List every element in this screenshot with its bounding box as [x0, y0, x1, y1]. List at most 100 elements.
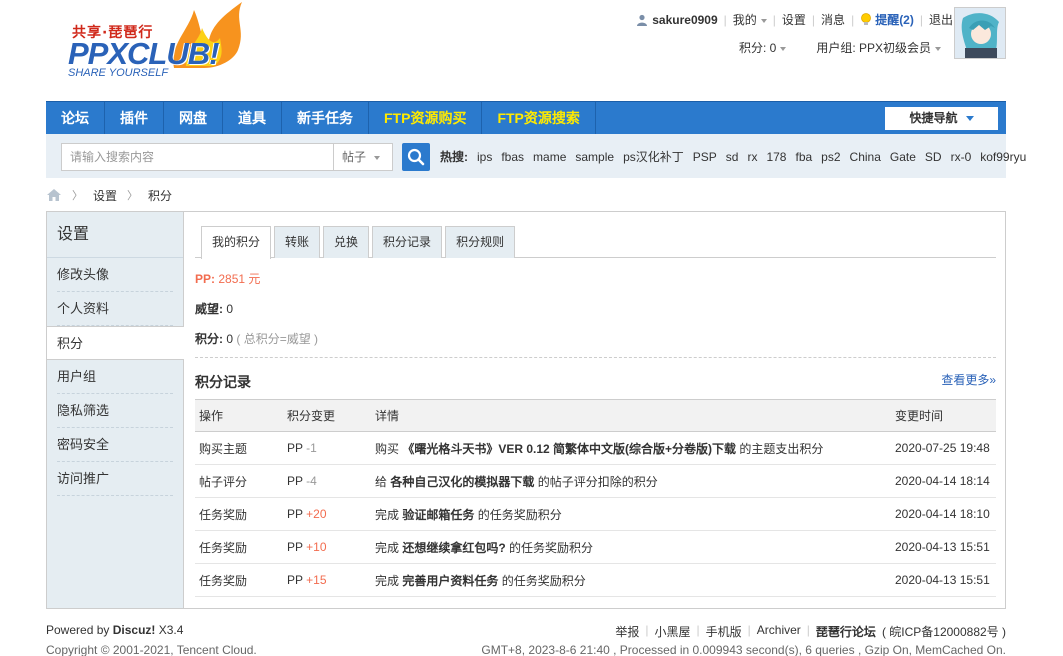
- footer-link-archiver[interactable]: Archiver: [757, 623, 801, 640]
- sidebar-item-profile[interactable]: 个人资料: [57, 292, 173, 326]
- sidebar-item-credits[interactable]: 积分: [47, 326, 184, 360]
- credits-menu[interactable]: 积分: 0: [739, 39, 787, 56]
- change-unit: PP: [287, 441, 303, 455]
- hot-term[interactable]: ps2: [821, 143, 840, 171]
- search-type-select[interactable]: 帖子: [333, 143, 393, 171]
- task-link[interactable]: 完善用户资料任务: [402, 574, 498, 588]
- breadcrumb-settings[interactable]: 设置: [93, 187, 117, 204]
- change-value: +10: [306, 540, 327, 554]
- footer-icp-link[interactable]: ( 皖ICP备12000882号 ): [882, 623, 1006, 640]
- nav-item-forum[interactable]: 论坛: [46, 102, 105, 135]
- hot-term[interactable]: rx: [747, 143, 757, 171]
- cell-detail: 完成 还想继续拿红包吗? 的任务奖励积分: [371, 530, 891, 564]
- task-link[interactable]: 验证邮箱任务: [402, 508, 474, 522]
- pp-label: PP:: [195, 272, 216, 286]
- cell-time: 2020-07-25 19:48: [891, 431, 996, 465]
- cell-change: PP +15: [283, 563, 371, 597]
- credits-main: 我的积分 转账 兑换 积分记录 积分规则 PP: 2851 元 威望: 0 积分…: [195, 212, 996, 608]
- footer-link-blacklist[interactable]: 小黑屋: [655, 623, 691, 640]
- sidebar-item-promotion[interactable]: 访问推广: [57, 462, 173, 496]
- sidebar-item-usergroup[interactable]: 用户组: [57, 360, 173, 394]
- settings-panel: 设置 修改头像 个人资料 积分 用户组 隐私筛选 密码安全 访问推广 我的积分 …: [46, 211, 1006, 609]
- table-row: 任务奖励 PP +20 完成 验证邮箱任务 的任务奖励积分 2020-04-14…: [195, 497, 996, 531]
- home-icon[interactable]: [46, 188, 62, 202]
- cell-change: PP +20: [283, 497, 371, 531]
- hot-term[interactable]: mame: [533, 143, 566, 171]
- detail-prefix: 完成: [375, 507, 400, 522]
- hot-term[interactable]: sample: [575, 143, 614, 171]
- footer-site-link[interactable]: 琵琶行论坛: [816, 625, 876, 639]
- detail-prefix: 完成: [375, 573, 400, 588]
- hot-term[interactable]: SD: [925, 143, 942, 171]
- footer-stats: GMT+8, 2023-8-6 21:40 , Processed in 0.0…: [481, 643, 1006, 656]
- footer-copyright: Copyright © 2001-2021, Tencent Cloud.: [46, 643, 257, 656]
- tab-credit-rules[interactable]: 积分规则: [445, 226, 516, 258]
- total-value: 0: [226, 332, 234, 346]
- search-type-label: 帖子: [342, 150, 367, 164]
- alerts-link[interactable]: 提醒(2): [875, 11, 914, 28]
- nav-item-ftp-buy[interactable]: FTP资源购买: [369, 102, 483, 135]
- nav-item-ftp-search[interactable]: FTP资源搜索: [482, 102, 596, 135]
- cell-operation: 任务奖励: [195, 530, 283, 564]
- change-value: +15: [306, 573, 327, 587]
- sidebar-item-avatar[interactable]: 修改头像: [57, 258, 173, 292]
- total-label: 积分:: [195, 332, 223, 346]
- view-more-link[interactable]: 查看更多»: [941, 371, 996, 388]
- nav-item-netdisk[interactable]: 网盘: [164, 102, 223, 135]
- hot-term[interactable]: fba: [795, 143, 812, 171]
- breadcrumb-credits[interactable]: 积分: [148, 187, 172, 204]
- task-link[interactable]: 还想继续拿红包吗?: [402, 541, 505, 555]
- cell-change: PP +10: [283, 530, 371, 564]
- footer-link-report[interactable]: 举报: [615, 623, 639, 640]
- hot-term[interactable]: ps汉化补丁: [623, 143, 684, 171]
- search-icon: [407, 148, 425, 166]
- hot-term[interactable]: China: [850, 143, 881, 171]
- total-credit-line: 积分: 0 ( 总积分=威望 ): [195, 330, 318, 347]
- hot-term[interactable]: sd: [726, 143, 739, 171]
- site-logo[interactable]: 共享·琵琶行 PPXCLUB! SHARE YOURSELF: [66, 0, 256, 86]
- user-menu: sakure0909 | 我的 | 设置 | 消息 | 提醒(2) | 退出: [636, 11, 953, 28]
- sidebar-item-privacy[interactable]: 隐私筛选: [57, 394, 173, 428]
- detail-prefix: 购买: [375, 441, 400, 456]
- nav-item-plugins[interactable]: 插件: [105, 102, 164, 135]
- hot-term[interactable]: 178: [766, 143, 786, 171]
- quick-nav-button[interactable]: 快捷导航: [885, 107, 998, 130]
- breadcrumb-separator: 〉: [72, 190, 83, 202]
- search-bar: 请输入搜索内容 帖子 热搜: ips fbas mame sample ps汉化…: [46, 134, 1026, 178]
- my-menu-link[interactable]: 我的: [733, 11, 767, 28]
- cell-time: 2020-04-14 18:10: [891, 497, 996, 531]
- detail-suffix: 的任务奖励积分: [477, 507, 562, 522]
- messages-link[interactable]: 消息: [821, 11, 845, 28]
- thread-link[interactable]: 《曙光格斗天书》VER 0.12 简繁体中文版(综合版+分卷版)下载: [402, 442, 736, 456]
- hot-term[interactable]: fbas: [501, 143, 524, 171]
- hot-term[interactable]: rx-0: [951, 143, 972, 171]
- logout-link[interactable]: 退出: [929, 11, 953, 28]
- tab-transfer[interactable]: 转账: [274, 226, 321, 258]
- username-link[interactable]: sakure0909: [652, 13, 717, 27]
- search-button[interactable]: [402, 143, 430, 171]
- logo-slogan: SHARE YOURSELF: [68, 67, 169, 79]
- table-row: 帖子评分 PP -4 给 各种自己汉化的模拟器下载 的帖子评分扣除的积分 202…: [195, 464, 996, 498]
- detail-suffix: 的主题支出积分: [739, 441, 824, 456]
- hot-term[interactable]: Gate: [890, 143, 916, 171]
- pp-value: 2851 元: [218, 272, 261, 286]
- hot-term[interactable]: ips: [477, 143, 492, 171]
- tab-exchange[interactable]: 兑换: [323, 226, 370, 258]
- search-input[interactable]: 请输入搜索内容: [61, 143, 336, 171]
- cell-time: 2020-04-14 18:14: [891, 464, 996, 498]
- main-nav: 论坛 插件 网盘 道具 新手任务 FTP资源购买 FTP资源搜索 快捷导航: [46, 101, 1006, 135]
- nav-item-newbie-tasks[interactable]: 新手任务: [282, 102, 369, 135]
- hot-term[interactable]: kof99ryu: [980, 143, 1026, 171]
- usergroup-menu[interactable]: 用户组: PPX初级会员: [816, 39, 941, 56]
- thread-link[interactable]: 各种自己汉化的模拟器下载: [390, 475, 534, 489]
- tab-my-credits[interactable]: 我的积分: [201, 226, 272, 259]
- sidebar-item-password[interactable]: 密码安全: [57, 428, 173, 462]
- hot-term[interactable]: PSP: [693, 143, 717, 171]
- nav-item-props[interactable]: 道具: [223, 102, 282, 135]
- discuz-link[interactable]: Discuz!: [113, 623, 156, 637]
- user-icon: [637, 14, 648, 26]
- settings-link[interactable]: 设置: [782, 11, 806, 28]
- tab-credit-log[interactable]: 积分记录: [372, 226, 443, 258]
- avatar[interactable]: [954, 7, 1006, 59]
- footer-link-mobile[interactable]: 手机版: [706, 623, 742, 640]
